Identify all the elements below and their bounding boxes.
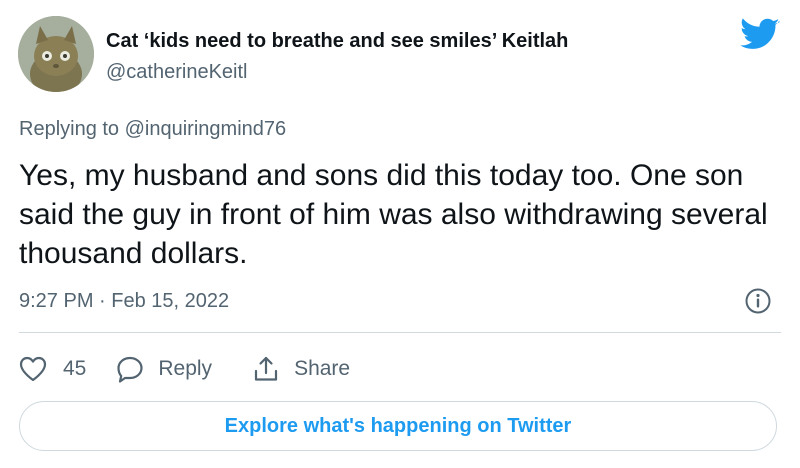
author-display-name[interactable]: Cat ‘kids need to breathe and see smiles… — [106, 30, 568, 53]
action-bar: 45 Reply Share — [19, 352, 350, 386]
reply-label: Reply — [158, 357, 213, 380]
share-button[interactable]: Share — [252, 355, 350, 383]
share-upload-icon — [254, 356, 278, 381]
like-count: 45 — [63, 357, 87, 380]
avatar[interactable] — [18, 16, 94, 92]
explore-twitter-button[interactable]: Explore what's happening on Twitter — [19, 401, 777, 451]
twitter-bird-icon[interactable] — [740, 18, 780, 52]
info-icon[interactable] — [744, 287, 772, 315]
replying-to-mention[interactable]: @inquiringmind76 — [125, 118, 287, 140]
replying-to-prefix: Replying to — [19, 118, 125, 140]
author-handle[interactable]: @catherineKeitl — [106, 61, 247, 84]
divider — [19, 332, 781, 333]
heart-icon — [19, 356, 47, 382]
speech-bubble-icon — [117, 356, 143, 383]
like-button[interactable]: 45 — [19, 356, 86, 382]
reply-button[interactable]: Reply — [116, 355, 212, 383]
avatar-image — [18, 16, 94, 92]
replying-to: Replying to @inquiringmind76 — [19, 118, 286, 141]
tweet-timestamp[interactable]: 9:27 PM · Feb 15, 2022 — [19, 290, 229, 313]
tweet-text: Yes, my husband and sons did this today … — [19, 159, 768, 270]
share-label: Share — [294, 357, 351, 380]
